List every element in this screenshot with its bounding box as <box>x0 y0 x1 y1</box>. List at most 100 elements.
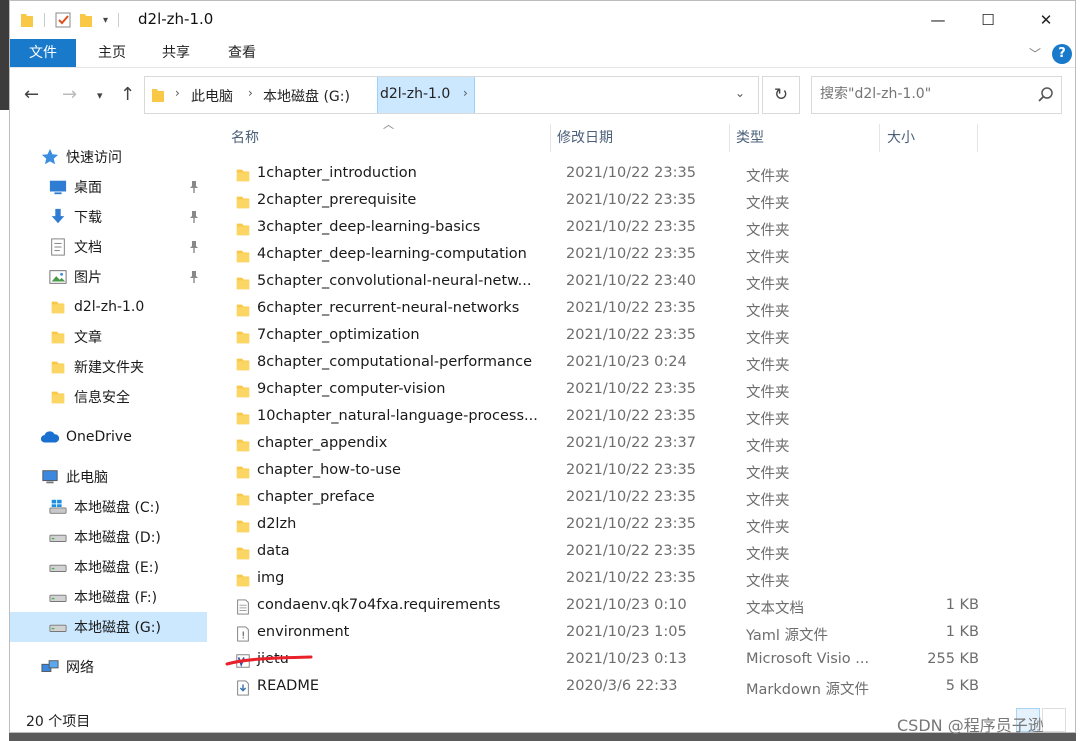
tab-home[interactable]: 主页 <box>86 39 138 67</box>
file-name: d2lzh <box>257 516 297 532</box>
table-row[interactable]: 2chapter_prerequisite 2021/10/22 23:35 文件夹 <box>227 189 987 216</box>
column-header-date[interactable]: 修改日期 <box>557 122 727 154</box>
chevron-right-icon[interactable]: › <box>248 86 253 100</box>
recent-locations-icon[interactable]: ▾ <box>97 89 103 102</box>
sidebar-item[interactable]: 文档 <box>10 232 207 262</box>
table-row[interactable]: ! environment 2021/10/23 1:05 Yaml 源文件 1 KB <box>227 621 987 648</box>
file-name: data <box>257 543 290 559</box>
sidebar-item[interactable]: 信息安全 <box>10 382 207 412</box>
folder-icon <box>48 387 68 407</box>
table-row[interactable]: chapter_preface 2021/10/22 23:35 文件夹 <box>227 486 987 513</box>
file-size: 255 KB <box>927 651 979 667</box>
column-divider[interactable] <box>550 124 551 152</box>
sidebar-item[interactable]: 此电脑 <box>10 462 207 492</box>
sidebar-item[interactable]: 网络 <box>10 652 207 682</box>
maximize-button[interactable]: ☐ <box>963 1 1013 39</box>
pin-icon[interactable] <box>188 270 200 284</box>
chevron-right-icon[interactable]: › <box>463 86 468 100</box>
tab-view[interactable]: 查看 <box>216 39 268 67</box>
pin-icon[interactable] <box>188 210 200 224</box>
table-row[interactable]: 4chapter_deep-learning-computation 2021/1… <box>227 243 987 270</box>
sidebar-item[interactable]: 新建文件夹 <box>10 352 207 382</box>
file-type: 文件夹 <box>746 196 790 212</box>
sidebar-item-label: 桌面 <box>74 180 102 196</box>
large-icons-view-button[interactable] <box>1042 708 1066 732</box>
file-date: 2021/10/22 23:35 <box>566 300 696 316</box>
sidebar-item[interactable]: 下载 <box>10 202 207 232</box>
column-header-size[interactable]: 大小 <box>887 122 977 154</box>
file-size: 1 KB <box>945 624 979 640</box>
file-name: 1chapter_introduction <box>257 165 417 181</box>
table-row[interactable]: jietu 2021/10/23 0:13 Microsoft Visio ... 2… <box>227 648 987 675</box>
windows-drive-icon <box>48 497 68 517</box>
sidebar-item[interactable]: 本地磁盘 (D:) <box>10 522 207 552</box>
minimize-button[interactable]: — <box>913 1 963 39</box>
pin-icon[interactable] <box>188 180 200 194</box>
table-row[interactable]: 3chapter_deep-learning-basics 2021/10/22 … <box>227 216 987 243</box>
chevron-right-icon[interactable]: › <box>175 86 180 100</box>
table-row[interactable]: 7chapter_optimization 2021/10/22 23:35 文件夹 <box>227 324 987 351</box>
table-row[interactable]: 1chapter_introduction 2021/10/22 23:35 文件夹 <box>227 162 987 189</box>
sidebar-item[interactable]: d2l-zh-1.0 <box>10 292 207 322</box>
file-type: 文件夹 <box>746 304 790 320</box>
table-row[interactable]: 9chapter_computer-vision 2021/10/22 23:35… <box>227 378 987 405</box>
desktop-background-right <box>1076 0 1084 741</box>
breadcrumb-this-pc[interactable]: 此电脑 <box>191 86 233 106</box>
back-arrow-icon[interactable]: ← <box>24 84 39 105</box>
column-divider[interactable] <box>729 124 730 152</box>
search-input[interactable] <box>820 86 1025 102</box>
file-date: 2021/10/22 23:37 <box>566 435 696 451</box>
table-row[interactable]: 6chapter_recurrent-neural-networks 2021/1… <box>227 297 987 324</box>
refresh-button[interactable]: ↻ <box>762 76 800 114</box>
up-arrow-icon[interactable]: ↑ <box>120 84 135 105</box>
customize-dropdown-icon[interactable]: ▾ <box>103 15 108 26</box>
search-box[interactable] <box>811 76 1062 114</box>
sidebar-item[interactable]: 本地磁盘 (G:) <box>10 612 207 642</box>
table-row[interactable]: 5chapter_convolutional-neural-netw... 202… <box>227 270 987 297</box>
sidebar-item-label: d2l-zh-1.0 <box>74 299 145 315</box>
file-date: 2021/10/22 23:35 <box>566 570 696 586</box>
search-icon[interactable] <box>1036 85 1056 105</box>
new-folder-icon[interactable] <box>79 12 93 28</box>
sidebar-item[interactable]: 本地磁盘 (F:) <box>10 582 207 612</box>
sidebar-item[interactable]: 文章 <box>10 322 207 352</box>
tab-file[interactable]: 文件 <box>10 39 76 67</box>
sidebar-item[interactable]: 本地磁盘 (C:) <box>10 492 207 522</box>
folder-icon <box>48 327 68 347</box>
table-row[interactable]: 10chapter_natural-language-process... 202… <box>227 405 987 432</box>
breadcrumb-current-folder[interactable]: d2l-zh-1.0 <box>380 86 450 102</box>
sidebar-item[interactable]: 本地磁盘 (E:) <box>10 552 207 582</box>
properties-icon[interactable] <box>55 12 71 28</box>
sidebar-item[interactable]: 图片 <box>10 262 207 292</box>
sidebar-item[interactable]: 快速访问 <box>10 142 207 172</box>
star-icon <box>40 147 60 167</box>
table-row[interactable]: data 2021/10/22 23:35 文件夹 <box>227 540 987 567</box>
file-type: 文件夹 <box>746 358 790 374</box>
address-bar[interactable]: › 此电脑 › 本地磁盘 (G:) d2l-zh-1.0 › ⌄ <box>144 76 759 114</box>
table-row[interactable]: d2lzh 2021/10/22 23:35 文件夹 <box>227 513 987 540</box>
table-row[interactable]: chapter_how-to-use 2021/10/22 23:35 文件夹 <box>227 459 987 486</box>
sidebar-item[interactable]: 桌面 <box>10 172 207 202</box>
breadcrumb-drive-g[interactable]: 本地磁盘 (G:) <box>263 86 350 106</box>
column-divider[interactable] <box>977 124 978 152</box>
explorer-window: ▾ d2l-zh-1.0 — ☐ ✕ 文件 主页 共享 查看 ﹀ ? ← → ▾… <box>9 0 1076 733</box>
table-row[interactable]: img 2021/10/22 23:35 文件夹 <box>227 567 987 594</box>
sidebar-item[interactable]: OneDrive <box>10 422 207 452</box>
column-divider[interactable] <box>879 124 880 152</box>
file-name: 4chapter_deep-learning-computation <box>257 246 527 262</box>
column-header-type[interactable]: 类型 <box>736 122 876 154</box>
pin-icon[interactable] <box>188 240 200 254</box>
file-date: 2021/10/22 23:40 <box>566 273 696 289</box>
table-row[interactable]: README 2020/3/6 22:33 Markdown 源文件 5 KB <box>227 675 987 702</box>
table-row[interactable]: condaenv.qk7o4fxa.requirements 2021/10/23… <box>227 594 987 621</box>
ribbon-expand-icon[interactable]: ﹀ <box>1029 45 1041 62</box>
table-row[interactable]: chapter_appendix 2021/10/22 23:37 文件夹 <box>227 432 987 459</box>
forward-arrow-icon[interactable]: → <box>62 84 77 105</box>
sidebar-item-label: 本地磁盘 (D:) <box>74 530 161 546</box>
help-icon[interactable]: ? <box>1052 44 1072 64</box>
table-row[interactable]: 8chapter_computational-performance 2021/1… <box>227 351 987 378</box>
close-button[interactable]: ✕ <box>1021 1 1071 39</box>
column-header-name[interactable]: 名称 <box>231 122 551 154</box>
tab-share[interactable]: 共享 <box>150 39 202 67</box>
address-dropdown-icon[interactable]: ⌄ <box>735 86 745 100</box>
